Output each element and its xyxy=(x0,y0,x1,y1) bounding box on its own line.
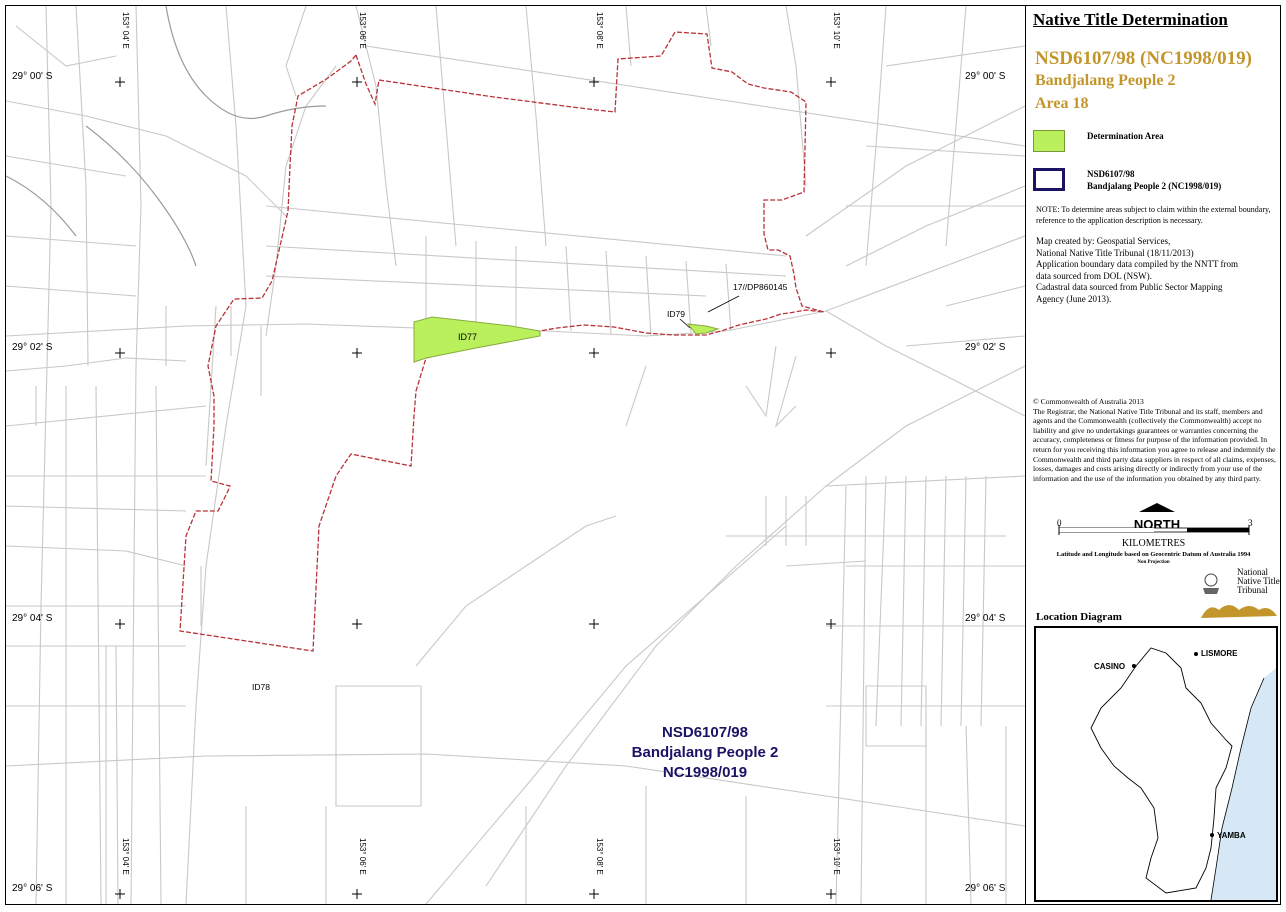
lat-label-left-1: 29° 00' S xyxy=(12,71,53,82)
graticule-cross xyxy=(352,77,362,87)
claim-label-line1: NSD6107/98 xyxy=(662,724,748,741)
graticule-cross xyxy=(115,889,125,899)
credits: Map created by: Geospatial Services, Nat… xyxy=(1036,236,1276,305)
lat-label-left-2: 29° 02' S xyxy=(12,342,53,353)
credits-line3: Application boundary data compiled by th… xyxy=(1036,259,1239,269)
determination-area-swatch xyxy=(1033,130,1065,152)
scale-max: 3 xyxy=(1248,518,1253,528)
label-id78: ID78 xyxy=(252,682,270,692)
projection-note: Non Projection xyxy=(1137,560,1170,565)
graticule-cross xyxy=(589,889,599,899)
graticule-cross xyxy=(826,77,836,87)
people-name: Bandjalang People 2 xyxy=(1035,72,1176,89)
graticule-cross xyxy=(826,348,836,358)
graticule-cross xyxy=(589,619,599,629)
lon-label-top-4: 153° 10' E xyxy=(832,12,841,49)
credits-line2: National Native Title Tribunal (18/11/20… xyxy=(1036,247,1194,258)
lon-label-top-3: 153° 08' E xyxy=(595,12,604,49)
credits-line4: data sourced from DOL (NSW). xyxy=(1036,270,1152,281)
logo-text: National Native Title Tribunal xyxy=(1237,568,1280,595)
map-svg: ID77 ID79 17//DP860145 ID78 NSD6107/98 B… xyxy=(6,6,1025,904)
lon-label-top-2: 153° 06' E xyxy=(358,12,367,49)
map-canvas[interactable]: ID77 ID79 17//DP860145 ID78 NSD6107/98 B… xyxy=(6,6,1026,904)
credits-line6: Agency (June 2013). xyxy=(1036,293,1112,304)
location-diagram[interactable]: LISMORE CASINO YAMBA xyxy=(1034,626,1278,902)
id79-leader-line xyxy=(679,318,691,329)
note-text: NOTE: To determine areas subject to clai… xyxy=(1036,205,1271,225)
lat-label-right-3: 29° 04' S xyxy=(965,613,1006,624)
determination-area-legend-label: Determination Area xyxy=(1087,131,1164,141)
legend-panel: Native Title Determination NSD6107/98 (N… xyxy=(1027,6,1280,904)
copyright-text: The Registrar, the National Native Title… xyxy=(1033,406,1276,483)
graticule-cross xyxy=(352,348,362,358)
graticule-cross xyxy=(589,77,599,87)
graticule-cross xyxy=(115,348,125,358)
graticule-cross xyxy=(589,348,599,358)
panel-title: Native Title Determination xyxy=(1033,10,1228,29)
lon-label-bottom-3: 153° 08' E xyxy=(595,838,604,875)
location-diagram-title: Location Diagram xyxy=(1036,611,1122,623)
claim-label-line2: Bandjalang People 2 xyxy=(632,744,779,761)
town-marker-lismore xyxy=(1194,652,1198,656)
lon-label-bottom-2: 153° 06' E xyxy=(358,838,367,875)
claim-label-line3: NC1998/019 xyxy=(663,764,747,781)
logo-line3: Tribunal xyxy=(1237,585,1268,595)
tribunal-wave-icon xyxy=(1201,605,1277,618)
copyright-title: © Commonwealth of Australia 2013 xyxy=(1033,397,1144,406)
town-casino: CASINO xyxy=(1094,662,1125,671)
latitude-labels: 29° 00' S 29° 02' S 29° 04' S 29° 06' S … xyxy=(12,71,1006,894)
claim-legend-label: NSD6107/98 Bandjalang People 2 (NC1998/0… xyxy=(1087,168,1221,192)
credits-line5: Cadastral data sourced from Public Secto… xyxy=(1036,282,1223,292)
lon-label-bottom-1: 153° 04' E xyxy=(121,838,130,875)
coat-of-arms-icon xyxy=(1203,573,1219,594)
claim-legend-line1: NSD6107/98 xyxy=(1087,169,1135,179)
lot-leader-line xyxy=(707,295,740,313)
north-arrow-icon xyxy=(1139,503,1175,512)
graticule-cross xyxy=(115,77,125,87)
scale-min: 0 xyxy=(1057,518,1062,528)
claim-outline-small xyxy=(1090,647,1233,894)
lon-label-bottom-4: 153° 10' E xyxy=(832,838,841,875)
lat-label-left-3: 29° 04' S xyxy=(12,613,53,624)
lon-label-top-1: 153° 04' E xyxy=(121,12,130,49)
graticule-cross xyxy=(352,889,362,899)
credits-line1: Map created by: Geospatial Services, xyxy=(1036,236,1171,246)
town-lismore: LISMORE xyxy=(1201,649,1238,658)
graticule-cross xyxy=(352,619,362,629)
lat-label-right-1: 29° 00' S xyxy=(965,71,1006,82)
graticule-cross xyxy=(826,619,836,629)
claim-legend-line2: Bandjalang People 2 (NC1998/019) xyxy=(1087,181,1222,191)
claim-label: NSD6107/98 Bandjalang People 2 NC1998/01… xyxy=(632,724,779,781)
label-id77: ID77 xyxy=(458,332,477,342)
cadastral-lines xyxy=(6,6,1025,904)
town-yamba: YAMBA xyxy=(1217,831,1246,840)
graticule-cross xyxy=(115,619,125,629)
graticule-cross xyxy=(826,889,836,899)
label-id79: ID79 xyxy=(667,309,685,319)
datum-note: Latitude and Longitude based on Geocentr… xyxy=(1056,551,1251,558)
copyright-block: © Commonwealth of Australia 2013 The Reg… xyxy=(1033,397,1279,483)
scale-unit: KILOMETRES xyxy=(1121,538,1186,549)
label-lot: 17//DP860145 xyxy=(733,282,788,292)
case-number: NSD6107/98 (NC1998/019) xyxy=(1035,48,1252,69)
location-diagram-svg: LISMORE CASINO YAMBA xyxy=(1090,647,1276,900)
area-name: Area 18 xyxy=(1035,95,1089,112)
lat-label-left-4: 29° 06' S xyxy=(12,883,53,894)
town-marker-yamba xyxy=(1210,833,1214,837)
ocean-area xyxy=(1211,668,1276,900)
lat-label-right-4: 29° 06' S xyxy=(965,883,1006,894)
town-marker-casino xyxy=(1132,664,1136,668)
lat-label-right-2: 29° 02' S xyxy=(965,342,1006,353)
determination-area-id79[interactable] xyxy=(686,323,720,335)
scale-bar xyxy=(1058,525,1250,535)
claim-boundary-swatch xyxy=(1033,168,1065,191)
